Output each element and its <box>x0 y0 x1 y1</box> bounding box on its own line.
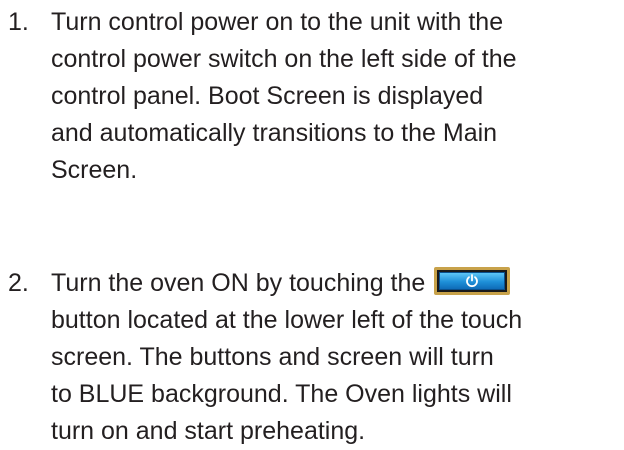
step-line: Screen. <box>51 156 138 184</box>
step-line: control power switch on the left side of… <box>51 45 517 73</box>
step-text: Turn the oven ON by touching the button … <box>51 265 621 450</box>
step-line: to BLUE background. The Oven lights will <box>51 380 512 408</box>
step-number: 2. <box>8 269 29 297</box>
step-line: screen. The buttons and screen will turn <box>51 343 494 371</box>
step-line: button located at the lower left of the … <box>51 306 523 334</box>
power-button-illustration <box>434 267 511 295</box>
step-line: turn on and start preheating. <box>51 417 366 445</box>
step-line: Turn control power on to the unit with t… <box>51 8 504 36</box>
step-number: 1. <box>8 8 29 36</box>
step-line: and automatically transitions to the Mai… <box>51 119 498 147</box>
step-text: Turn control power on to the unit with t… <box>51 4 621 189</box>
step-line: Turn the oven ON by touching the <box>51 265 621 302</box>
step-line-text: Turn the oven ON by touching the <box>51 269 426 297</box>
step-line: control panel. Boot Screen is displayed <box>51 82 484 110</box>
power-icon <box>466 274 479 288</box>
